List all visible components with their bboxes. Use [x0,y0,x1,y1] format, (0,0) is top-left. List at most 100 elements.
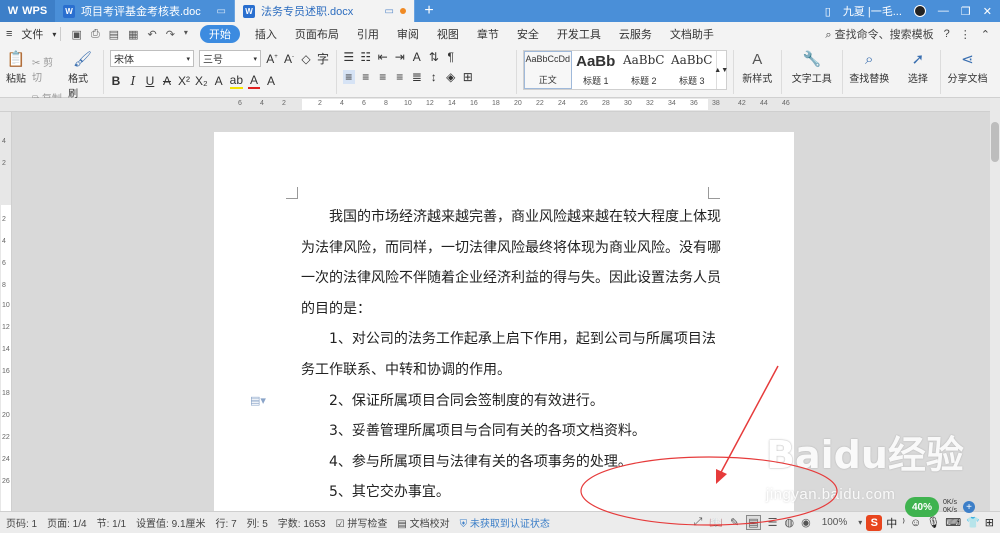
network-speed-widget[interactable]: 40% 0K/s 0K/s + [905,497,997,517]
share-doc-button[interactable]: ⋖ 分享文档 [947,50,988,85]
status-page-code[interactable]: 页码: 1 [6,515,37,530]
strikethrough-icon[interactable]: A [161,74,173,88]
underline-icon[interactable]: U [144,74,156,88]
skin-icon[interactable]: 👕 [966,516,980,529]
superscript-icon[interactable]: X² [178,74,190,88]
font-size-select[interactable]: 三号 ▾ [198,50,261,67]
ime-mode[interactable]: 中 [886,515,897,531]
show-marks-icon[interactable]: ¶ [445,50,457,64]
chevron-down-icon[interactable]: ▾ [52,30,56,39]
paragraph[interactable]: 2、保证所属项目合同会签制度的有效进行。 [301,386,721,417]
tab-chapter[interactable]: 章节 [468,26,508,42]
document-page[interactable]: 我国的市场经济越来越完善，商业风险越来越在较大程度上体现为法律风险，而同样，一切… [214,132,794,511]
numbered-list-icon[interactable]: ☷ [360,50,372,64]
cut-button[interactable]: ✂ 剪切 [32,54,62,84]
paragraph[interactable]: 3、妥善管理所属项目与合同有关的各项文档资料。 [301,416,721,447]
shading-icon[interactable]: ◈ [445,70,457,84]
zoom-menu-icon[interactable]: ▾ [858,518,862,527]
print-icon[interactable]: ⎙ [91,28,100,41]
avatar[interactable] [913,5,926,17]
undo-icon[interactable]: ↶ [147,28,156,41]
add-icon[interactable]: + [963,501,976,513]
style-gallery-scroll[interactable]: ▲▼ [714,51,728,89]
tab-document-2[interactable]: W 法务专员述职.docx ▭ [235,0,415,22]
chinese-layout-icon[interactable]: A [411,50,423,64]
spellcheck-button[interactable]: ☑ 拼写检查 [336,515,388,530]
style-normal[interactable]: AaBbCcDd 正文 [523,51,572,89]
line-spacing-icon[interactable]: ↕ [428,70,440,84]
write-mode-icon[interactable]: ✎ [730,516,739,529]
tab-document-1[interactable]: W 项目考评基金考核表.doc ▭ [55,0,235,22]
chevron-down-icon[interactable]: ▾ [184,28,188,41]
doc-check-button[interactable]: ▤ 文档校对 [397,515,449,530]
tab-start[interactable]: 开始 [199,25,240,43]
style-heading-2[interactable]: AaBbC 标题 2 [620,51,668,89]
find-replace-button[interactable]: ⌕ 查找替换 [849,50,890,86]
redo-icon[interactable]: ↷ [166,28,175,41]
status-pages[interactable]: 页面: 1/4 [47,515,86,530]
page-view-icon[interactable]: ▤ [746,515,761,530]
toolbox-icon[interactable]: ⊞ [985,516,994,529]
tab-security[interactable]: 安全 [508,26,548,42]
help-icon[interactable]: ? [944,28,950,40]
align-right-icon[interactable]: ≡ [377,70,389,84]
align-center-icon[interactable]: ≡ [360,70,372,84]
web-view-icon[interactable]: ◍ [784,516,794,529]
sort-icon[interactable]: ⇅ [428,50,440,64]
char-border-icon[interactable]: A [265,74,277,88]
distributed-icon[interactable]: ≣ [411,70,423,84]
bold-icon[interactable]: B [110,74,122,88]
decrease-indent-icon[interactable]: ⇤ [377,50,389,64]
tab-developer[interactable]: 开发工具 [548,26,610,42]
vertical-ruler[interactable]: 4 2 2 4 6 8 10 12 14 16 18 20 22 24 26 [0,112,12,511]
print-preview-icon[interactable]: ▤ [109,28,119,41]
more-icon[interactable]: ⋮ [960,28,971,41]
tab-cloud[interactable]: 云服务 [610,26,661,42]
style-heading-1[interactable]: AaBb 标题 1 [572,51,620,89]
text-effect-icon[interactable]: A [213,74,225,88]
outline-view-icon[interactable]: ☰ [768,516,778,529]
highlight-icon[interactable]: ab [229,73,244,89]
italic-icon[interactable]: I [127,74,139,88]
tab-insert[interactable]: 插入 [246,26,286,42]
document-canvas[interactable]: 我国的市场经济越来越完善，商业风险越来越在较大程度上体现为法律风险，而同样，一切… [12,112,990,511]
punctuation-icon[interactable]: ⁾ [902,516,905,529]
paragraph[interactable]: 4、参与所属项目与法律有关的各项事务的处理。 [301,447,721,478]
increase-indent-icon[interactable]: ⇥ [394,50,406,64]
shrink-font-icon[interactable]: A- [283,52,295,66]
status-col[interactable]: 列: 5 [247,515,268,530]
status-word-count[interactable]: 字数: 1653 [278,515,326,530]
paragraph[interactable]: 5、其它交办事宜。 [301,477,721,508]
subscript-icon[interactable]: X₂ [195,74,208,88]
eye-protect-icon[interactable]: ◉ [801,516,811,529]
tab-view[interactable]: 视图 [428,26,468,42]
format-painter-button[interactable]: 🖌 格式刷 [68,50,97,100]
vertical-scrollbar[interactable] [990,98,1000,511]
new-style-button[interactable]: A 新样式 [740,50,775,86]
menu-file[interactable]: 文件 [12,26,52,42]
status-position[interactable]: 设置值: 9.1厘米 [136,515,205,530]
tab-page-layout[interactable]: 页面布局 [286,26,348,42]
save-icon[interactable]: ▣ [71,28,81,41]
read-mode-icon[interactable]: 📖 [709,516,723,529]
close-icon[interactable]: ✕ [983,5,992,18]
tab-review[interactable]: 审阅 [388,26,428,42]
user-name[interactable]: 九夏 |一毛... [843,3,902,19]
collapse-ribbon-icon[interactable]: ⌃ [981,28,990,41]
emoji-icon[interactable]: ☺ [910,517,921,529]
horizontal-ruler[interactable]: 6 4 2 2 4 6 8 10 12 14 16 18 20 22 24 26… [0,98,990,112]
style-heading-3[interactable]: AaBbC 标题 3 [668,51,716,89]
clear-format-icon[interactable]: ◇ [300,52,312,66]
paragraph-layout-icon[interactable]: ▤▾ [250,394,266,407]
new-tab-button[interactable]: + [415,0,443,22]
font-color-icon[interactable]: A [248,73,261,89]
status-row[interactable]: 行: 7 [216,515,237,530]
align-left-icon[interactable]: ≡ [342,70,355,84]
maximize-icon[interactable]: ❐ [961,5,971,18]
grow-font-icon[interactable]: A+ [266,52,278,66]
cert-status[interactable]: ⛨ 未获取到认证状态 [460,515,550,530]
scrollbar-thumb[interactable] [991,122,999,162]
document-body[interactable]: 我国的市场经济越来越完善，商业风险越来越在较大程度上体现为法律风险，而同样，一切… [301,202,721,508]
tablet-mode-icon[interactable]: ▯ [825,5,831,18]
text-tools-button[interactable]: 🔧 文字工具 [788,50,836,85]
